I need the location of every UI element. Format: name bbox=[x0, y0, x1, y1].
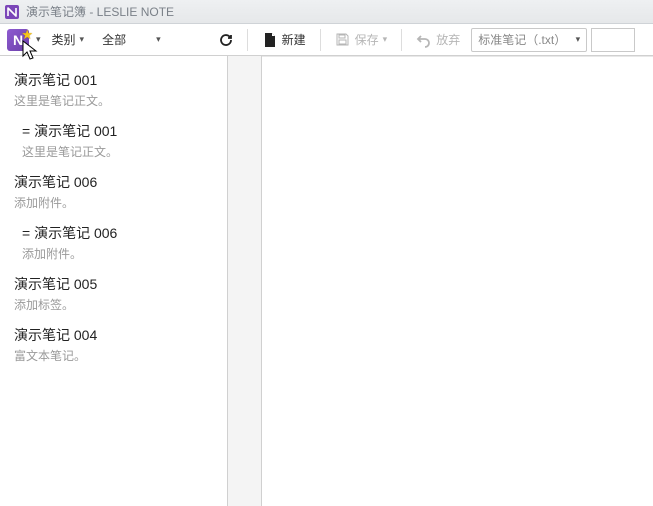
save-button[interactable]: 保存 ▾ bbox=[328, 28, 395, 52]
note-title: 演示笔记 004 bbox=[14, 325, 213, 345]
note-item[interactable]: = 演示笔记 001 这里是笔记正文。 bbox=[0, 115, 227, 166]
chevron-down-icon: ▾ bbox=[383, 34, 388, 45]
note-preview: 富文本笔记。 bbox=[14, 347, 213, 364]
app-icon bbox=[4, 4, 20, 20]
note-title: 演示笔记 006 bbox=[14, 172, 213, 192]
note-type-select[interactable]: 标准笔记（.txt） ▾ bbox=[471, 28, 587, 52]
discard-button[interactable]: 放弃 bbox=[409, 28, 467, 52]
star-icon: ★ bbox=[21, 27, 33, 43]
note-preview: 添加附件。 bbox=[14, 194, 213, 211]
save-icon bbox=[335, 32, 351, 48]
editor-area[interactable] bbox=[262, 56, 653, 506]
note-list-panel: 演示笔记 001这里是笔记正文。= 演示笔记 001这里是笔记正文。演示笔记 0… bbox=[0, 56, 228, 506]
note-item[interactable]: 演示笔记 006 添加附件。 bbox=[0, 166, 227, 217]
note-preview: 添加附件。 bbox=[22, 245, 213, 262]
refresh-icon bbox=[218, 32, 234, 48]
note-title: 演示笔记 005 bbox=[14, 274, 213, 294]
titlebar: 演示笔记簿 - LESLIE NOTE bbox=[0, 0, 653, 24]
filter-label: 全部 bbox=[102, 31, 126, 48]
app-menu-button[interactable]: N ★ bbox=[4, 27, 32, 53]
separator bbox=[247, 29, 248, 51]
new-label: 新建 bbox=[282, 31, 306, 48]
window-title: 演示笔记簿 - LESLIE NOTE bbox=[26, 3, 174, 20]
chevron-down-icon[interactable]: ▾ bbox=[36, 34, 41, 45]
note-item[interactable]: 演示笔记 004 富文本笔记。 bbox=[0, 319, 227, 370]
note-item[interactable]: 演示笔记 005 添加标签。 bbox=[0, 268, 227, 319]
chevron-down-icon: ▾ bbox=[156, 34, 161, 45]
filter-dropdown[interactable]: 全部 ▾ bbox=[95, 28, 168, 52]
note-title: = 演示笔记 001 bbox=[22, 121, 213, 141]
category-label: 类别 bbox=[52, 31, 76, 48]
note-preview: 这里是笔记正文。 bbox=[14, 92, 213, 109]
chevron-down-icon: ▾ bbox=[80, 34, 85, 45]
toolbar: N ★ ▾ 类别 ▾ 全部 ▾ 新建 保存 ▾ 放弃 bbox=[0, 24, 653, 56]
gutter[interactable] bbox=[228, 56, 262, 506]
note-preview: 添加标签。 bbox=[14, 296, 213, 313]
separator bbox=[320, 29, 321, 51]
undo-icon bbox=[416, 32, 432, 48]
save-label: 保存 bbox=[355, 31, 379, 48]
note-preview: 这里是笔记正文。 bbox=[22, 143, 213, 160]
note-title: = 演示笔记 006 bbox=[22, 223, 213, 243]
category-dropdown[interactable]: 类别 ▾ bbox=[45, 28, 92, 52]
note-item[interactable]: = 演示笔记 006 添加附件。 bbox=[0, 217, 227, 268]
discard-label: 放弃 bbox=[436, 31, 460, 48]
main-area: 演示笔记 001这里是笔记正文。= 演示笔记 001这里是笔记正文。演示笔记 0… bbox=[0, 56, 653, 506]
refresh-button[interactable] bbox=[212, 28, 240, 52]
note-title: 演示笔记 001 bbox=[14, 70, 213, 90]
document-icon bbox=[262, 32, 278, 48]
chevron-down-icon: ▾ bbox=[576, 34, 581, 45]
search-input[interactable] bbox=[591, 28, 635, 52]
note-item[interactable]: 演示笔记 001 这里是笔记正文。 bbox=[0, 64, 227, 115]
new-button[interactable]: 新建 bbox=[255, 28, 313, 52]
note-type-value: 标准笔记（.txt） bbox=[478, 31, 566, 48]
separator bbox=[401, 29, 402, 51]
